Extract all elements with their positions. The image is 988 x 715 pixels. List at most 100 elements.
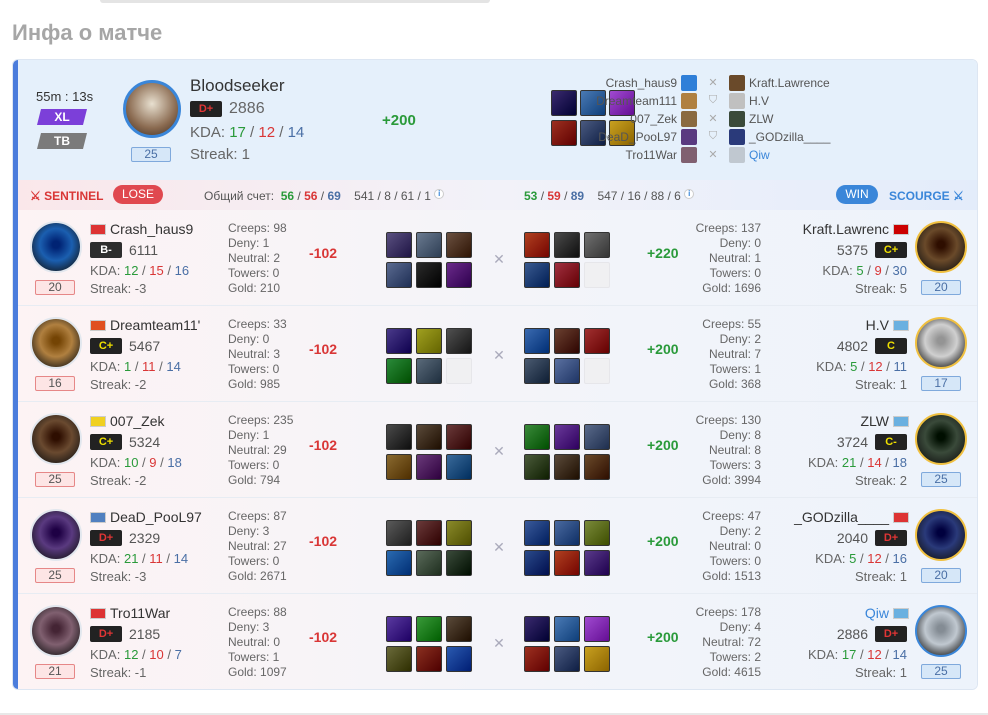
right-player-name[interactable]: H.V [866,317,909,333]
item-slot[interactable] [554,646,580,672]
item-slot[interactable] [554,550,580,576]
left-hero-portrait[interactable] [30,221,82,273]
right-hero-portrait[interactable] [915,221,967,273]
item-slot[interactable] [524,262,550,288]
item-slot[interactable] [554,328,580,354]
right-hero-portrait[interactable] [915,413,967,465]
left-player[interactable]: Crash_haus9 [561,75,701,91]
item-slot[interactable] [416,454,442,480]
item-slot[interactable] [554,616,580,642]
left-player-name[interactable]: Tro11War [90,605,205,621]
item-slot[interactable] [446,520,472,546]
item-slot[interactable] [446,424,472,450]
stat-towers: Towers: 0 [228,554,280,568]
left-hero-portrait[interactable] [30,605,82,657]
item-slot[interactable] [386,262,412,288]
item-slot[interactable] [524,520,550,546]
item-slot[interactable] [446,646,472,672]
item-slot[interactable] [386,646,412,672]
right-player[interactable]: ZLW [725,111,773,127]
item-slot[interactable] [584,454,610,480]
item-slot[interactable] [386,424,412,450]
info-icon[interactable]: i [684,189,695,199]
item-slot[interactable] [524,358,550,384]
left-player[interactable]: Dreamteam111 [561,93,701,109]
players-list-row: Crash_haus9 ✕ Kraft.Lawrence [561,74,977,92]
info-icon[interactable]: i [434,189,445,199]
right-player-mmr: 2040 D+ [837,530,907,546]
item-slot[interactable] [416,520,442,546]
item-slot[interactable] [524,646,550,672]
main-player-name[interactable]: Bloodseeker [190,76,285,96]
item-slot[interactable] [584,232,610,258]
left-hero-portrait[interactable] [30,509,82,561]
right-player[interactable]: _GODzilla____ [725,129,830,145]
item-slot[interactable] [524,454,550,480]
item-slot[interactable] [416,616,442,642]
right-hero-portrait[interactable] [915,317,967,369]
left-player[interactable]: 007_Zek [561,111,701,127]
item-slot[interactable] [416,232,442,258]
left-player-name[interactable]: DeaD_PooL97 [90,509,205,525]
item-slot[interactable] [524,232,550,258]
stat-deny: Deny: 2 [719,524,761,538]
item-slot[interactable] [584,550,610,576]
right-player-kda: KDA: 5 / 12 / 11 [816,359,907,374]
left-hero-portrait[interactable] [30,317,82,369]
item-slot[interactable] [584,616,610,642]
item-slot[interactable] [446,328,472,354]
stat-deny: Deny: 3 [228,620,270,634]
left-player-name[interactable]: 007_Zek [90,413,205,429]
right-player[interactable]: Qiw [725,147,770,163]
item-slot[interactable] [554,232,580,258]
item-slot[interactable] [386,358,412,384]
item-slot[interactable] [554,520,580,546]
right-hero-portrait[interactable] [915,605,967,657]
item-slot[interactable] [416,550,442,576]
left-player[interactable]: Tro11War [561,147,701,163]
main-player-streak: Streak: 1 [190,146,251,163]
right-hero-portrait[interactable] [915,509,967,561]
left-player[interactable]: DeaD_PooL97 [561,129,701,145]
item-slot[interactable] [446,262,472,288]
item-slot[interactable] [554,424,580,450]
item-slot[interactable] [524,424,550,450]
stat-gold: Gold: 368 [708,377,761,391]
left-player-name[interactable]: Dreamteam11' [90,317,205,333]
item-slot[interactable] [416,262,442,288]
item-slot[interactable] [584,646,610,672]
item-slot[interactable] [386,454,412,480]
item-slot[interactable] [416,358,442,384]
item-slot[interactable] [524,550,550,576]
right-player-name[interactable]: Qiw [865,605,909,621]
item-slot[interactable] [386,550,412,576]
item-slot[interactable] [446,616,472,642]
item-slot[interactable] [386,328,412,354]
left-player-name[interactable]: Crash_haus9 [90,221,205,237]
item-slot[interactable] [446,232,472,258]
right-player-name[interactable]: _GODzilla____ [794,509,909,525]
right-player-streak: Streak: 2 [854,473,907,488]
item-slot[interactable] [554,454,580,480]
left-hero-portrait[interactable] [30,413,82,465]
item-slot[interactable] [524,616,550,642]
item-slot[interactable] [584,328,610,354]
item-slot[interactable] [584,520,610,546]
item-slot[interactable] [416,646,442,672]
right-player[interactable]: H.V [725,93,769,109]
item-slot[interactable] [554,358,580,384]
main-hero-portrait[interactable] [123,80,181,138]
item-slot[interactable] [446,454,472,480]
right-player-name[interactable]: Kraft.Lawrenc [803,221,909,237]
item-slot[interactable] [446,550,472,576]
item-slot[interactable] [416,328,442,354]
item-slot[interactable] [416,424,442,450]
right-player-name[interactable]: ZLW [860,413,909,429]
item-slot[interactable] [386,232,412,258]
right-player[interactable]: Kraft.Lawrence [725,75,830,91]
item-slot[interactable] [584,424,610,450]
item-slot[interactable] [554,262,580,288]
item-slot[interactable] [386,520,412,546]
item-slot[interactable] [524,328,550,354]
item-slot[interactable] [386,616,412,642]
